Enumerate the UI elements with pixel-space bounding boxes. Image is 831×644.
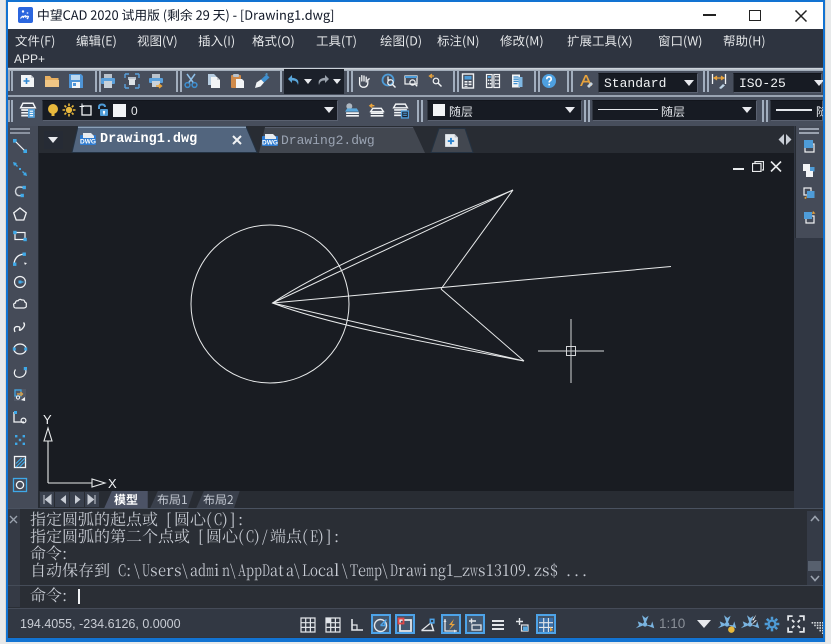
svg-text:DWG: DWG: [262, 140, 278, 147]
svg-text:X: X: [108, 476, 117, 490]
svg-text:DWG: DWG: [80, 139, 96, 146]
svg-text:Y: Y: [43, 412, 52, 427]
